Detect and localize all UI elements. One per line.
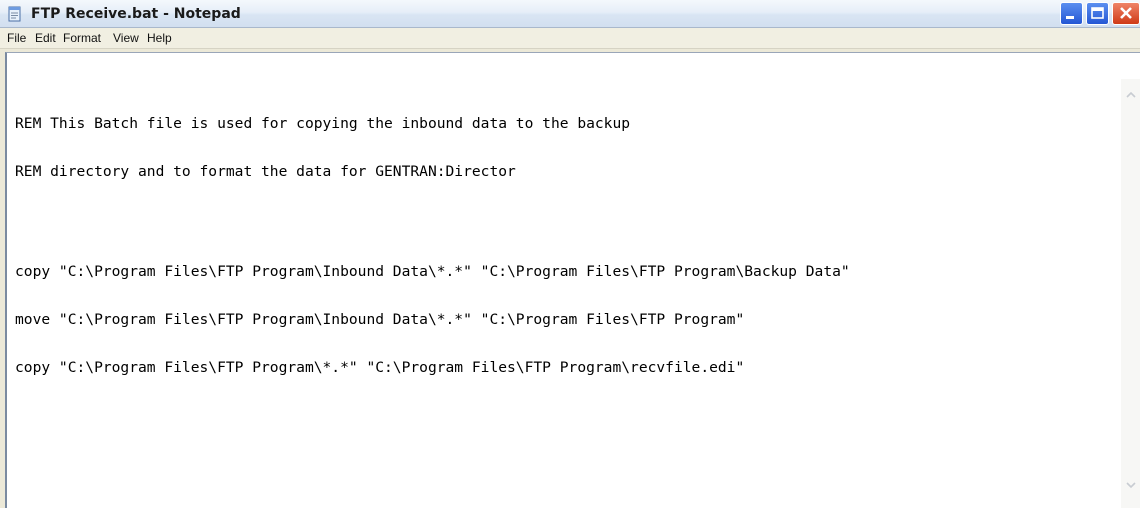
document-line: copy "C:\Program Files\FTP Program\*.*" … <box>15 359 745 376</box>
maximize-icon <box>1091 7 1104 19</box>
notepad-icon <box>8 6 21 22</box>
scroll-down-icon[interactable] <box>1123 477 1139 493</box>
menu-view[interactable]: View <box>113 30 139 46</box>
minimize-button[interactable] <box>1060 2 1083 25</box>
menu-format[interactable]: Format <box>63 30 101 46</box>
scroll-up-icon[interactable] <box>1123 87 1139 103</box>
minimize-icon <box>1066 16 1074 19</box>
menu-file[interactable]: File <box>7 30 26 46</box>
vertical-scrollbar[interactable] <box>1121 79 1140 508</box>
notepad-window: FTP Receive.bat - Notepad File Edit Form… <box>0 0 1140 508</box>
close-icon <box>1120 7 1132 19</box>
document-line <box>15 212 1115 232</box>
document-line: move "C:\Program Files\FTP Program\Inbou… <box>15 311 745 328</box>
document-line: copy "C:\Program Files\FTP Program\Inbou… <box>15 263 850 280</box>
menu-help[interactable]: Help <box>147 30 172 46</box>
document-text[interactable]: REM This Batch file is used for copying … <box>15 84 1115 504</box>
title-bar[interactable]: FTP Receive.bat - Notepad <box>0 0 1140 28</box>
menu-bar: File Edit Format View Help <box>0 28 1140 49</box>
maximize-button[interactable] <box>1086 2 1109 25</box>
document-line: REM directory and to format the data for… <box>15 163 516 180</box>
document-line: REM This Batch file is used for copying … <box>15 115 631 132</box>
menu-edit[interactable]: Edit <box>35 30 56 46</box>
close-button[interactable] <box>1112 2 1140 25</box>
window-title: FTP Receive.bat - Notepad <box>31 6 241 22</box>
